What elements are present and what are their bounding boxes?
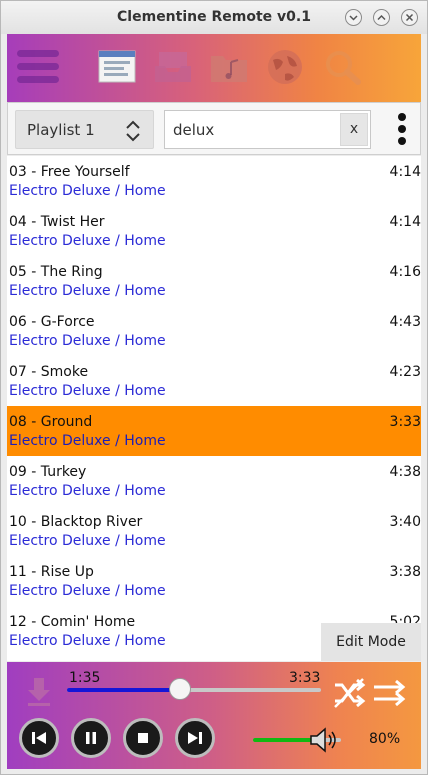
stop-button[interactable] [123,718,163,758]
track-title: 07 - Smoke [9,364,89,380]
playlist-selector[interactable]: Playlist 1 [15,110,154,149]
track-artist-album: Electro Deluxe / Home [9,183,166,199]
track-artist-album: Electro Deluxe / Home [9,433,166,449]
track-row[interactable]: 11 - Rise Up 3:38 Electro Deluxe / Home [7,556,421,606]
track-title: 12 - Comin' Home [9,614,136,630]
track-duration: 4:14 [389,164,421,180]
shuffle-icon[interactable] [332,676,366,710]
clear-search-button[interactable]: x [340,113,368,146]
track-row[interactable]: 09 - Turkey 4:38 Electro Deluxe / Home [7,456,421,506]
search-field: x [164,110,371,149]
menu-icon[interactable] [17,50,59,86]
globe-icon[interactable] [265,48,305,86]
pause-button[interactable] [71,718,111,758]
track-title: 09 - Turkey [9,464,87,480]
music-folder-icon[interactable] [209,48,249,86]
minimize-button[interactable] [345,9,362,26]
chevron-up-down-icon [126,120,140,142]
download-icon [28,678,50,706]
track-duration: 4:38 [389,464,421,480]
stop-icon [138,733,148,743]
close-button[interactable] [401,9,418,26]
track-list[interactable]: 03 - Free Yourself 4:14 Electro Deluxe / H… [7,156,421,661]
track-artist-album: Electro Deluxe / Home [9,333,166,349]
track-duration: 3:40 [389,514,421,530]
track-title: 11 - Rise Up [9,564,94,580]
close-icon [405,13,414,22]
track-artist-album: Electro Deluxe / Home [9,283,166,299]
track-artist-album: Electro Deluxe / Home [9,383,166,399]
next-button[interactable] [175,718,215,758]
app-window: Clementine Remote v0.1 Playlist 1 delux … [0,0,428,775]
track-artist-album: Electro Deluxe / Home [9,233,166,249]
more-options-icon[interactable] [394,113,410,147]
track-title: 03 - Free Yourself [9,164,130,180]
speaker-icon[interactable] [309,727,339,753]
seek-progress [67,688,181,692]
track-duration: 4:43 [389,314,421,330]
track-row[interactable]: 08 - Ground 3:33 Electro Deluxe / Home [7,406,421,456]
track-duration: 4:14 [389,214,421,230]
track-artist-album: Electro Deluxe / Home [9,633,166,649]
top-toolbar [7,34,421,102]
window-title: Clementine Remote v0.1 [117,9,311,25]
pause-icon [86,732,96,744]
search-bar: Playlist 1 x [7,102,421,155]
track-title: 10 - Blacktop River [9,514,143,530]
track-duration: 3:33 [389,414,421,430]
track-duration: 3:38 [389,564,421,580]
previous-button[interactable] [19,718,59,758]
track-row[interactable]: 04 - Twist Her 4:14 Electro Deluxe / Home [7,206,421,256]
track-title: 05 - The Ring [9,264,103,280]
minimize-icon [349,15,358,21]
track-artist-album: Electro Deluxe / Home [9,533,166,549]
track-row[interactable]: 05 - The Ring 4:16 Electro Deluxe / Home [7,256,421,306]
track-row[interactable]: 03 - Free Yourself 4:14 Electro Deluxe / H… [7,156,421,206]
track-artist-album: Electro Deluxe / Home [9,583,166,599]
seek-bar[interactable] [67,688,321,692]
maximize-icon [377,14,386,21]
track-title: 04 - Twist Her [9,214,105,230]
repeat-icon[interactable] [372,678,408,708]
elapsed-time: 1:35 [69,670,101,686]
track-row[interactable]: 07 - Smoke 4:23 Electro Deluxe / Home [7,356,421,406]
edit-mode-button[interactable]: Edit Mode [321,623,421,661]
track-title: 08 - Ground [9,414,93,430]
inbox-icon[interactable] [153,48,193,86]
track-duration: 4:16 [389,264,421,280]
playlist-label: Playlist 1 [27,121,95,139]
volume-percent: 80% [369,731,401,747]
skip-back-icon [32,732,46,744]
player-panel: 1:35 3:33 80% [7,662,421,769]
skip-forward-icon [188,732,202,744]
maximize-button[interactable] [373,9,390,26]
search-icon[interactable] [323,48,363,86]
document-icon[interactable] [97,48,137,86]
search-input[interactable] [173,119,343,141]
track-title: 06 - G-Force [9,314,95,330]
total-time: 3:33 [289,670,321,686]
track-artist-album: Electro Deluxe / Home [9,483,166,499]
track-duration: 4:23 [389,364,421,380]
track-row[interactable]: 10 - Blacktop River 3:40 Electro Deluxe / … [7,506,421,556]
title-bar: Clementine Remote v0.1 [1,1,427,34]
seek-handle[interactable] [169,678,192,700]
track-row[interactable]: 06 - G-Force 4:43 Electro Deluxe / Home [7,306,421,356]
